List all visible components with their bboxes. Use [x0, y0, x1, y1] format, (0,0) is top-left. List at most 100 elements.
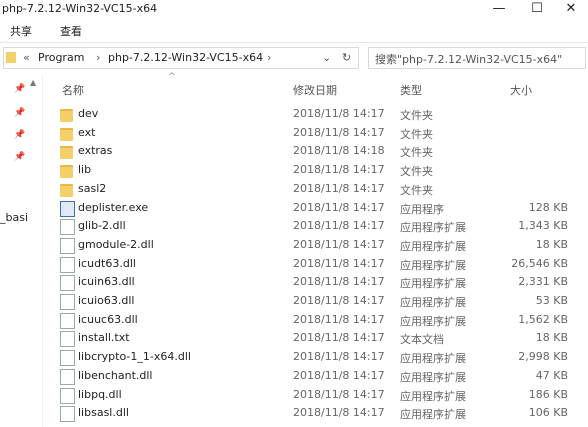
- file-size: 2,331 KB: [518, 275, 568, 289]
- column-name[interactable]: 名称: [62, 82, 84, 98]
- chevron-down-icon[interactable]: ⌄: [322, 51, 331, 64]
- file-row[interactable]: libenchant.dll 2018/11/8 14:17 应用程序扩展 47 KB: [56, 367, 588, 386]
- folder-icon: [60, 146, 73, 160]
- file-row[interactable]: install.txt 2018/11/8 14:17 文本文档 18 KB: [56, 329, 588, 348]
- file-type: 应用程序: [400, 202, 444, 216]
- file-name: icudt63.dll: [78, 256, 136, 270]
- file-date: 2018/11/8 14:17: [293, 125, 385, 139]
- file-date: 2018/11/8 14:17: [293, 219, 385, 233]
- file-type: 文件夹: [400, 146, 433, 160]
- file-size: 106 KB: [528, 406, 568, 420]
- file-row[interactable]: libpq.dll 2018/11/8 14:17 应用程序扩展 186 KB: [56, 386, 588, 405]
- pin-icon[interactable]: 📌: [14, 152, 25, 162]
- file-row[interactable]: libsasl.dll 2018/11/8 14:17 应用程序扩展 106 KB: [56, 404, 588, 423]
- file-icon: [60, 368, 75, 385]
- file-row[interactable]: libcrypto-1_1-x64.dll 2018/11/8 14:17 应用程序…: [56, 348, 588, 367]
- file-type: 应用程序扩展: [400, 277, 466, 291]
- file-row[interactable]: gmodule-2.dll 2018/11/8 14:17 应用程序扩展 18 KB: [56, 236, 588, 255]
- breadcrumb-overflow[interactable]: «: [23, 51, 30, 64]
- file-row[interactable]: deplister.exe 2018/11/8 14:17 应用程序 128 KB: [56, 199, 588, 218]
- refresh-icon[interactable]: ↻: [342, 51, 351, 64]
- file-name: lib: [78, 163, 92, 177]
- file-row[interactable]: dev 2018/11/8 14:17 文件夹: [56, 105, 588, 124]
- file-size: 128 KB: [528, 200, 568, 214]
- maximize-button[interactable]: ☐: [520, 0, 554, 20]
- folder-icon: [6, 52, 16, 63]
- search-placeholder: 搜索"php-7.2.12-Win32-VC15-x64": [375, 53, 563, 66]
- exe-icon: [60, 200, 75, 217]
- file-date: 2018/11/8 14:18: [293, 144, 385, 158]
- file-icon: [60, 387, 75, 404]
- file-icon: [60, 237, 75, 254]
- column-size[interactable]: 大小: [510, 82, 532, 98]
- folder-icon: [60, 183, 73, 197]
- nav-item-label[interactable]: _basi: [0, 211, 28, 224]
- file-row[interactable]: icuio63.dll 2018/11/8 14:17 应用程序扩展 53 KB: [56, 292, 588, 311]
- column-type[interactable]: 类型: [400, 82, 422, 98]
- file-type: 应用程序扩展: [400, 221, 466, 235]
- file-type: 文本文档: [400, 333, 444, 347]
- column-date[interactable]: 修改日期: [293, 82, 337, 98]
- folder-icon: [60, 165, 73, 179]
- file-row[interactable]: sasl2 2018/11/8 14:17 文件夹: [56, 180, 588, 199]
- file-type: 文件夹: [400, 183, 433, 197]
- file-icon: [60, 219, 75, 236]
- breadcrumb-separator-icon[interactable]: ›: [96, 51, 100, 64]
- file-type: 应用程序扩展: [400, 258, 466, 272]
- file-name: sasl2: [78, 181, 107, 195]
- file-name: deplister.exe: [78, 200, 149, 214]
- file-date: 2018/11/8 14:17: [293, 387, 385, 401]
- minimize-button[interactable]: —: [482, 0, 516, 20]
- file-name: glib-2.dll: [78, 219, 126, 233]
- file-name: install.txt: [78, 331, 130, 345]
- file-row[interactable]: icuuc63.dll 2018/11/8 14:17 应用程序扩展 1,562 KB: [56, 311, 588, 330]
- search-input[interactable]: 搜索"php-7.2.12-Win32-VC15-x64": [368, 47, 586, 69]
- file-type: 文件夹: [400, 165, 433, 179]
- file-type: 文件夹: [400, 127, 433, 141]
- file-date: 2018/11/8 14:17: [293, 331, 385, 345]
- file-name: gmodule-2.dll: [78, 237, 154, 251]
- file-row[interactable]: lib 2018/11/8 14:17 文件夹: [56, 161, 588, 180]
- file-name: libsasl.dll: [78, 406, 129, 420]
- file-name: libpq.dll: [78, 387, 122, 401]
- file-size: 1,562 KB: [518, 312, 568, 326]
- file-row[interactable]: icudt63.dll 2018/11/8 14:17 应用程序扩展 26,546 K…: [56, 255, 588, 274]
- pin-icon[interactable]: 📌: [14, 108, 25, 118]
- file-icon: [60, 275, 75, 292]
- file-date: 2018/11/8 14:17: [293, 275, 385, 289]
- file-icon: [60, 256, 75, 273]
- file-row[interactable]: icuin63.dll 2018/11/8 14:17 应用程序扩展 2,331 KB: [56, 273, 588, 292]
- folder-icon: [60, 109, 73, 122]
- ribbon-tabs: 共享 查看: [0, 20, 588, 43]
- file-date: 2018/11/8 14:17: [293, 350, 385, 364]
- file-size: 2,998 KB: [518, 350, 568, 364]
- title-bar: php-7.2.12-Win32-VC15-x64 — ☐ ✕: [0, 0, 588, 20]
- address-bar[interactable]: « Program › php-7.2.12-Win32-VC15-x64 › …: [3, 47, 359, 69]
- pin-icon[interactable]: 📌: [14, 130, 25, 140]
- file-row[interactable]: extras 2018/11/8 14:18 文件夹: [56, 142, 588, 161]
- close-button[interactable]: ✕: [554, 0, 588, 20]
- file-name: extras: [78, 144, 113, 158]
- file-type: 应用程序扩展: [400, 389, 466, 403]
- file-date: 2018/11/8 14:17: [293, 406, 385, 420]
- breadcrumb-current[interactable]: php-7.2.12-Win32-VC15-x64: [108, 51, 263, 64]
- file-type: 应用程序扩展: [400, 239, 466, 253]
- file-size: 53 KB: [535, 294, 568, 307]
- file-name: ext: [78, 125, 96, 139]
- file-row[interactable]: ext 2018/11/8 14:17 文件夹: [56, 124, 588, 143]
- file-size: 26,546 KB: [511, 256, 568, 270]
- file-row[interactable]: glib-2.dll 2018/11/8 14:17 应用程序扩展 1,343 KB: [56, 217, 588, 236]
- tab-share[interactable]: 共享: [10, 23, 32, 39]
- tab-view[interactable]: 查看: [60, 23, 82, 39]
- file-size: 1,343 KB: [518, 219, 568, 233]
- file-type: 应用程序扩展: [400, 296, 466, 309]
- file-size: 18 KB: [535, 237, 568, 251]
- address-row: « Program › php-7.2.12-Win32-VC15-x64 › …: [0, 45, 588, 71]
- folder-icon: [60, 127, 73, 141]
- file-icon: [60, 312, 75, 329]
- file-icon: [60, 331, 75, 348]
- file-date: 2018/11/8 14:17: [293, 312, 385, 326]
- file-date: 2018/11/8 14:17: [293, 163, 385, 177]
- breadcrumb-program[interactable]: Program: [38, 51, 84, 64]
- breadcrumb-separator-icon[interactable]: ›: [267, 51, 271, 64]
